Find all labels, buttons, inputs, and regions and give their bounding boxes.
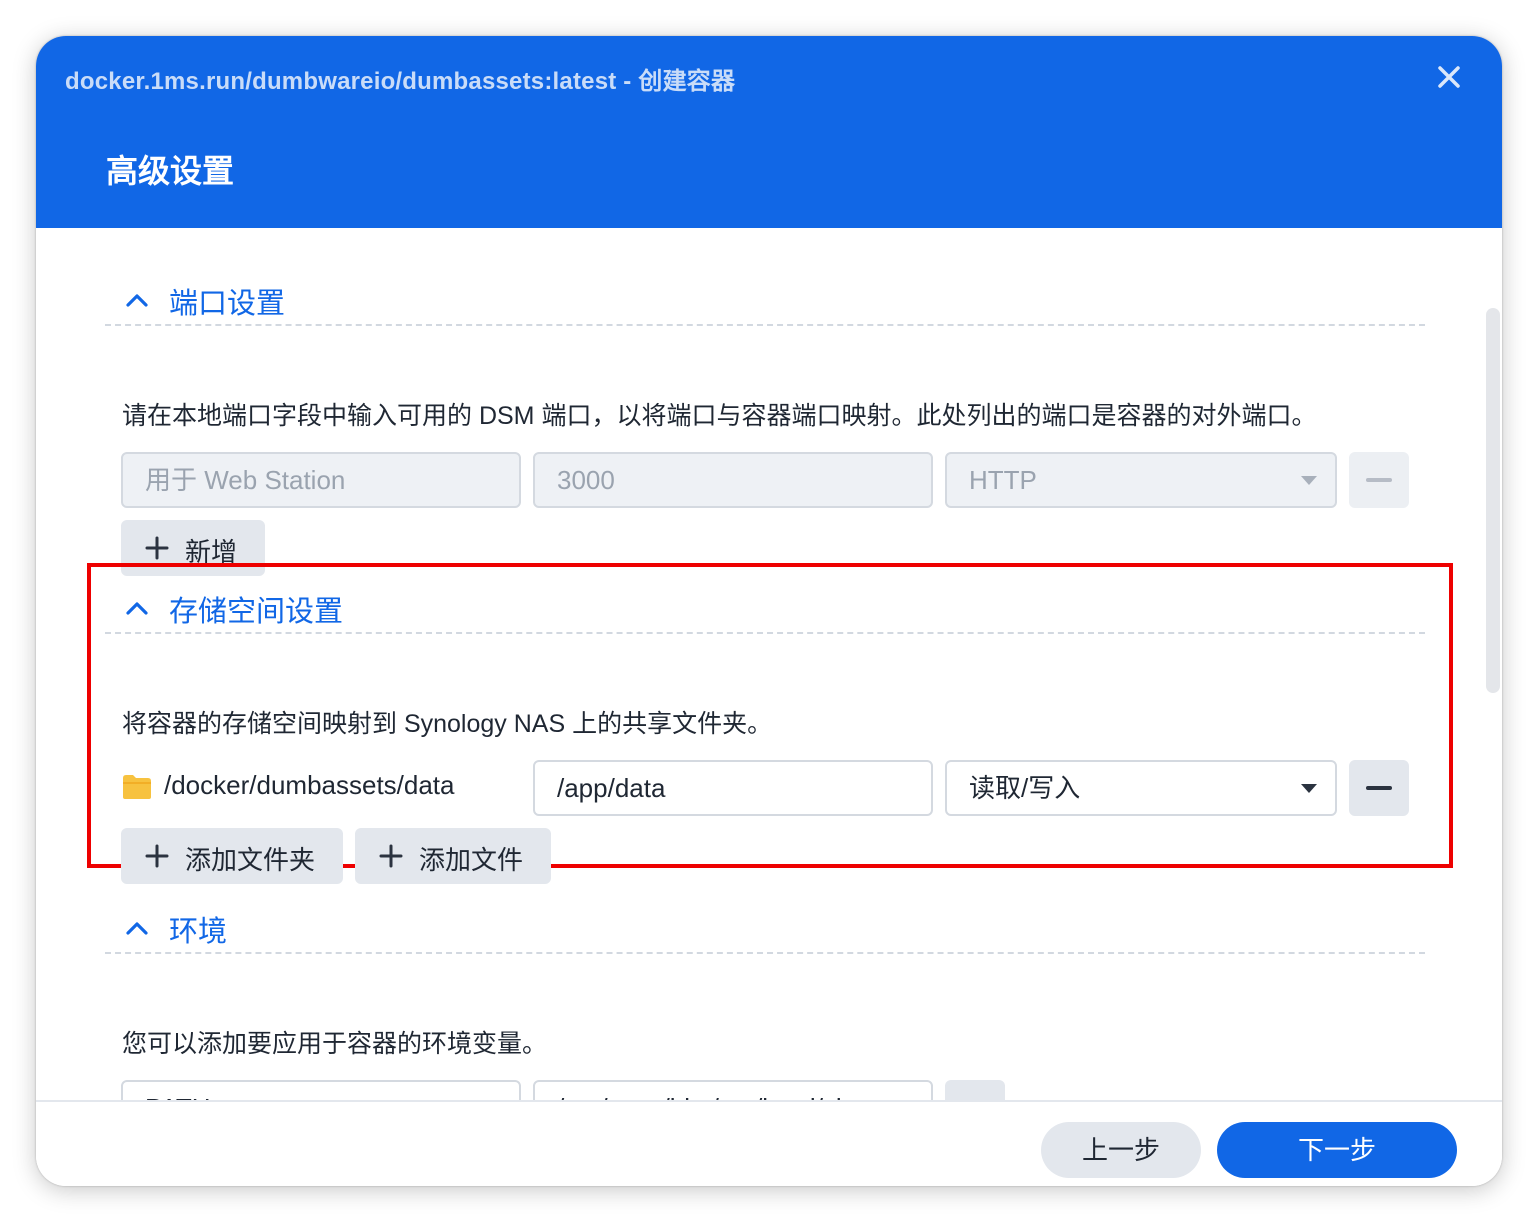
chevron-up-icon xyxy=(126,294,148,307)
env-name-input[interactable]: PATH xyxy=(121,1080,521,1100)
section-title-environment: 环境 xyxy=(169,916,228,948)
folder-icon xyxy=(123,775,151,799)
environment-description: 您可以添加要应用于容器的环境变量。 xyxy=(122,1030,548,1058)
add-folder-button[interactable]: 添加文件夹 xyxy=(121,828,343,884)
dialog-header: docker.1ms.run/dumbwareio/dumbassets:lat… xyxy=(36,36,1502,228)
dialog-footer: 上一步 下一步 xyxy=(36,1100,1502,1186)
mount-path-input[interactable]: /app/data xyxy=(533,760,933,816)
section-header-storage[interactable]: 存储空间设置 xyxy=(105,584,1425,634)
remove-volume-button[interactable] xyxy=(1349,760,1409,816)
previous-button[interactable]: 上一步 xyxy=(1041,1122,1201,1178)
permission-select-value: 读取/写入 xyxy=(969,773,1081,803)
plus-icon xyxy=(145,536,169,560)
remove-port-button[interactable] xyxy=(1349,452,1409,508)
plus-icon xyxy=(145,844,169,868)
caret-down-icon xyxy=(1301,476,1317,485)
protocol-select-value: HTTP xyxy=(969,465,1037,495)
caret-down-icon xyxy=(1301,784,1317,793)
minus-icon xyxy=(1366,478,1392,482)
container-port-input[interactable]: 3000 xyxy=(533,452,933,508)
storage-description: 将容器的存储空间映射到 Synology NAS 上的共享文件夹。 xyxy=(122,710,773,738)
next-button[interactable]: 下一步 xyxy=(1217,1122,1457,1178)
window-title: docker.1ms.run/dumbwareio/dumbassets:lat… xyxy=(65,68,736,95)
add-file-button[interactable]: 添加文件 xyxy=(355,828,551,884)
add-folder-label: 添加文件夹 xyxy=(185,845,316,875)
close-icon xyxy=(1438,66,1460,88)
ports-description: 请在本地端口字段中输入可用的 DSM 端口，以将端口与容器端口映射。此处列出的端… xyxy=(122,402,1317,430)
host-folder-path: /docker/dumbassets/data xyxy=(164,770,455,800)
local-port-input[interactable]: 用于 Web Station xyxy=(121,452,521,508)
protocol-select[interactable]: HTTP xyxy=(945,452,1337,508)
section-title-storage: 存储空间设置 xyxy=(169,596,344,628)
create-container-dialog: docker.1ms.run/dumbwareio/dumbassets:lat… xyxy=(36,36,1502,1186)
scrollbar-thumb[interactable] xyxy=(1486,308,1500,693)
page-title: 高级设置 xyxy=(106,153,235,189)
minus-icon xyxy=(1366,786,1392,790)
add-file-label: 添加文件 xyxy=(419,845,524,875)
chevron-up-icon xyxy=(126,602,148,615)
section-header-ports[interactable]: 端口设置 xyxy=(105,276,1425,326)
permission-select[interactable]: 读取/写入 xyxy=(945,760,1337,816)
section-title-ports: 端口设置 xyxy=(169,288,286,320)
chevron-up-icon xyxy=(126,922,148,935)
section-header-environment[interactable]: 环境 xyxy=(105,904,1425,954)
scrollable-content[interactable]: 端口设置 请在本地端口字段中输入可用的 DSM 端口，以将端口与容器端口映射。此… xyxy=(36,228,1502,1100)
remove-env-button[interactable] xyxy=(945,1080,1005,1100)
env-value-input[interactable]: /opt/venv/bin:/usr/local/sb xyxy=(533,1080,933,1100)
plus-icon xyxy=(379,844,403,868)
close-button[interactable] xyxy=(1434,62,1464,92)
